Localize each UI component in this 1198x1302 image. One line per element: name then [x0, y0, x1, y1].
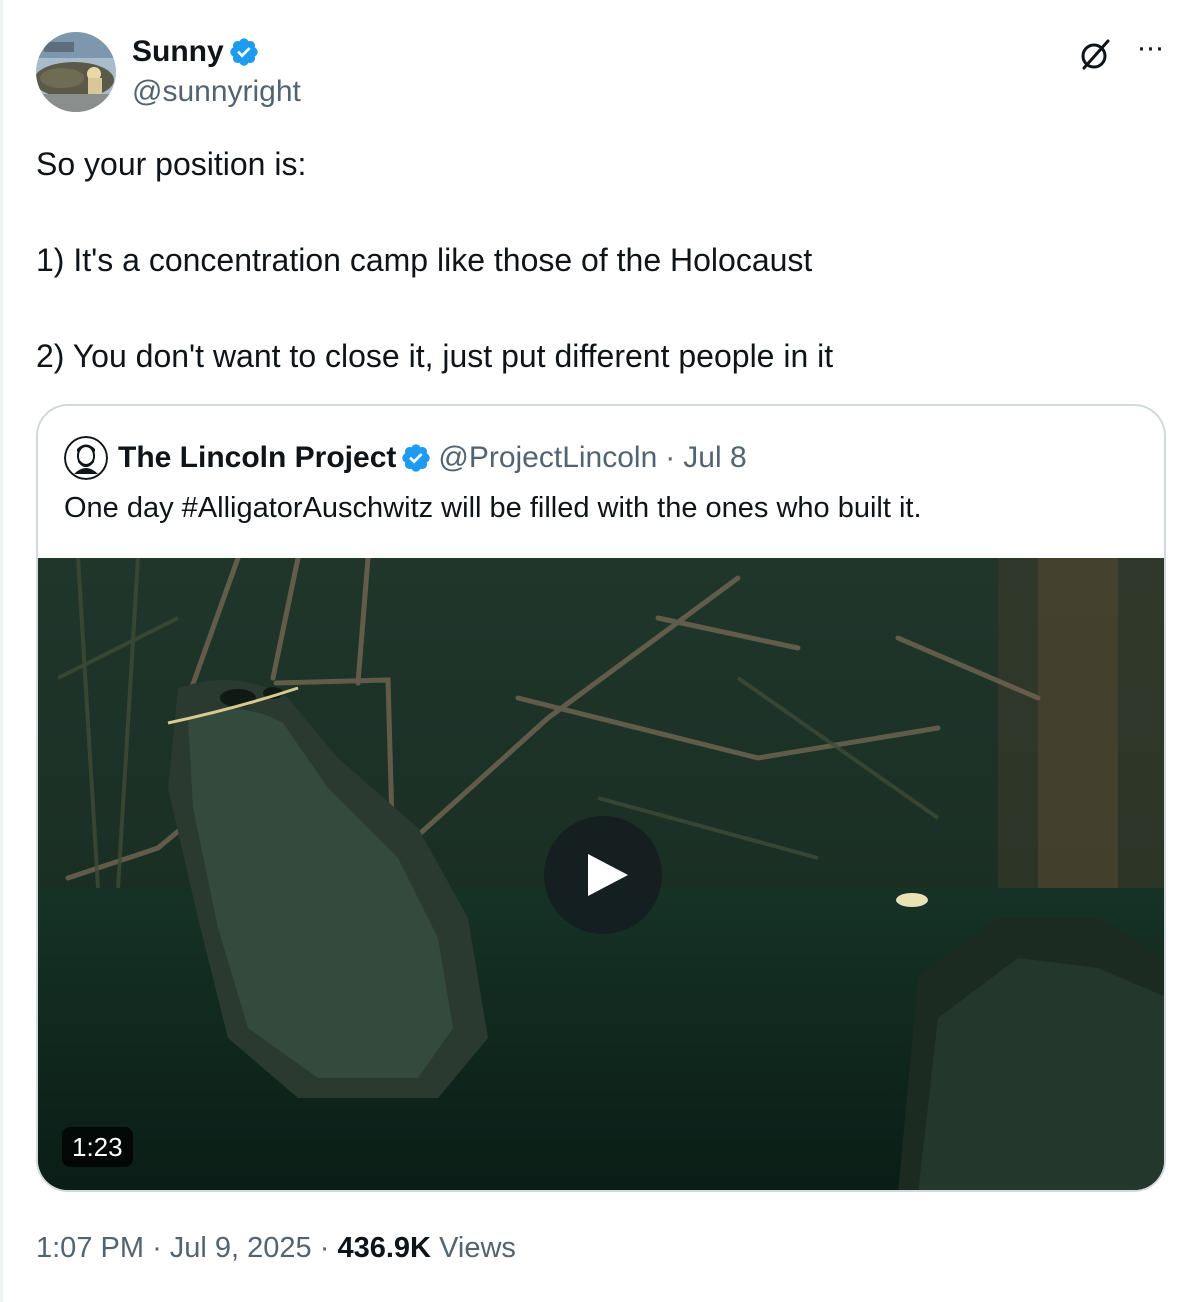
meta-separator: ·: [152, 1232, 162, 1264]
quoted-tweet[interactable]: The Lincoln Project @ProjectLincoln · Ju…: [36, 404, 1166, 1192]
author-handle[interactable]: @sunnyright: [132, 74, 301, 110]
tweet-text: So your position is: 1) It's a concentra…: [36, 146, 834, 374]
quote-handle[interactable]: @ProjectLincoln: [438, 438, 657, 478]
quote-author-avatar[interactable]: [64, 436, 108, 480]
more-icon[interactable]: ···: [1130, 33, 1170, 68]
timeline-border: [0, 0, 3, 1302]
quote-display-name[interactable]: The Lincoln Project: [118, 438, 396, 478]
video-duration: 1:23: [62, 1127, 133, 1167]
meta-separator: ·: [319, 1232, 330, 1264]
quote-date[interactable]: Jul 8: [683, 438, 746, 478]
tweet-meta: 1:07 PM · Jul 9, 2025 · 436.9K Views: [36, 1228, 516, 1268]
author-avatar[interactable]: [36, 32, 116, 112]
tweet-date[interactable]: Jul 9, 2025: [170, 1232, 312, 1264]
play-icon[interactable]: [544, 816, 662, 934]
quote-separator: ·: [665, 441, 676, 474]
video-player[interactable]: 1:23: [38, 558, 1164, 1190]
quote-text: One day #AlligatorAuschwitz will be fill…: [64, 492, 922, 524]
author-display-name[interactable]: Sunny: [132, 34, 224, 70]
grok-icon[interactable]: [1078, 38, 1112, 72]
verified-badge-icon: [230, 38, 258, 66]
tweet-time[interactable]: 1:07 PM: [36, 1232, 144, 1264]
views-count: 436.9K: [337, 1232, 431, 1264]
views-label: Views: [439, 1232, 516, 1264]
verified-badge-icon: [402, 444, 431, 472]
